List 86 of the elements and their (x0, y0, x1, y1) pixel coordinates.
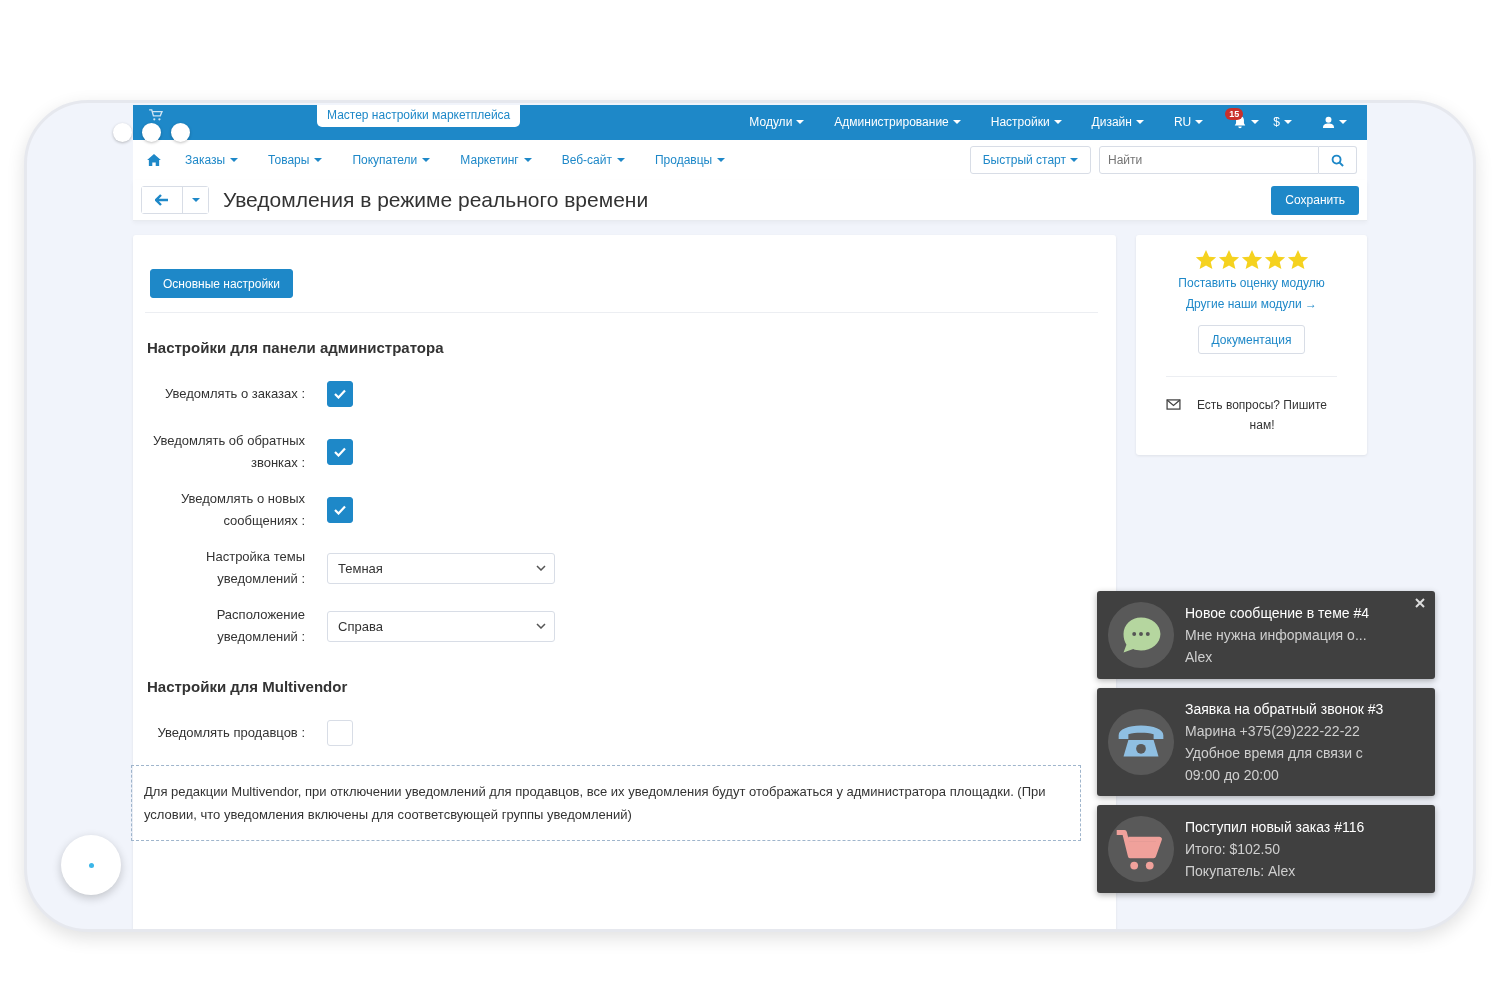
caret-icon (1070, 158, 1078, 163)
caret-icon (952, 120, 961, 125)
search-icon (1331, 153, 1344, 167)
checkbox[interactable] (327, 439, 353, 465)
nav-item[interactable]: Заказы (185, 153, 239, 168)
menu-item[interactable]: RU (1173, 115, 1204, 130)
toast-text: Покупатель: Alex (1185, 862, 1297, 881)
page-title: Уведомления в режиме реального времени (223, 188, 649, 213)
caret-icon (422, 158, 431, 163)
toast-text: Alex (1185, 648, 1214, 667)
nav-item[interactable]: Товары (268, 153, 323, 168)
arrow-left-icon (155, 194, 169, 207)
cart-icon (1107, 815, 1175, 883)
notification-count: 15 (1225, 108, 1244, 121)
toast-text: Удобное время для связи с 09:00 до 20:00 (1185, 744, 1364, 785)
caret-icon (796, 120, 805, 125)
nav-item[interactable]: Продавцы (654, 153, 726, 168)
star-icon (1217, 249, 1240, 271)
documentation-button[interactable]: Документация (1197, 325, 1306, 354)
toast-title: Новое сообщение в теме #4 (1185, 604, 1370, 623)
close-icon (1415, 598, 1425, 608)
caret-icon (616, 158, 625, 163)
star-icon (1240, 249, 1263, 271)
caret-icon (1195, 120, 1204, 125)
star-icon (1286, 249, 1309, 271)
caret-icon (191, 198, 200, 203)
menu-item[interactable]: Настройки (990, 115, 1062, 130)
caret-icon (314, 158, 323, 163)
modules-link[interactable]: Другие наши модули → (1185, 294, 1318, 315)
caret-icon (717, 158, 726, 163)
search-button[interactable] (1319, 146, 1357, 175)
check-icon (334, 447, 346, 457)
caret-icon (1053, 120, 1062, 125)
select-field[interactable]: Справа (327, 610, 555, 642)
toast-title: Поступил новый заказ #116 (1185, 818, 1366, 837)
contact-text: Есть вопросы? Пишите нам! (1196, 397, 1329, 434)
cart-icon[interactable] (149, 109, 163, 122)
toast-title: Заявка на обратный звонок #3 (1185, 700, 1385, 719)
home-icon[interactable] (147, 154, 161, 167)
user-icon (1322, 115, 1335, 129)
tab[interactable]: Основные настройки (150, 269, 294, 298)
caret-icon (1284, 120, 1292, 125)
star-icon (1194, 249, 1217, 271)
toast-text: Мне нужна информация о... (1185, 626, 1368, 645)
field-label: Уведомлять об обратных звонках : (151, 432, 305, 472)
section-title: Настройки для панели администратора (147, 339, 445, 356)
checkbox[interactable] (327, 381, 353, 407)
search-field[interactable]: Найти (1099, 146, 1319, 175)
field-label: Настройка темы уведомлений : (205, 548, 305, 588)
caret-icon (1251, 120, 1260, 125)
select-field[interactable]: Темная (327, 552, 555, 584)
save-button[interactable]: Сохранить (1271, 185, 1359, 215)
menu-item[interactable]: Администрирование (834, 115, 961, 130)
check-icon (334, 505, 346, 515)
toast-text: Марина +375(29)222-22-22 (1185, 722, 1361, 741)
note-text: Для редакции Multivendor, при отключении уведомлений для продавцов, все их уведомления будут отображаться у администратора площадки. (При условии, что уведомления включены для соответсвующей группы уведомлений) (144, 783, 1047, 824)
caret-icon (523, 158, 532, 163)
toast-text: Итого: $102.50 (1185, 840, 1282, 859)
check-icon (334, 389, 346, 399)
rating-stars[interactable] (1194, 249, 1309, 271)
telephone-icon (1107, 708, 1175, 776)
menu-item[interactable]: Модули (749, 115, 805, 130)
chevron-down-icon (536, 623, 546, 629)
currency-menu[interactable]: $ (1273, 115, 1292, 130)
device-dot (113, 123, 132, 142)
checkbox[interactable] (327, 497, 353, 523)
nav-item[interactable]: Маркетинг (460, 153, 532, 168)
chat-bubble-icon (1107, 601, 1175, 669)
quick-start-button[interactable]: Быстрый старт (969, 146, 1091, 175)
caret-icon (1135, 120, 1144, 125)
caret-icon (1339, 120, 1347, 125)
chevron-down-icon (536, 565, 546, 571)
field-label: Уведомлять о новых сообщениях : (180, 490, 305, 530)
rate-link[interactable]: Поставить оценку модулю (1178, 273, 1325, 294)
caret-icon (230, 158, 239, 163)
user-menu[interactable] (1322, 115, 1347, 129)
field-label: Расположение уведомлений : (215, 606, 305, 646)
menu-item[interactable]: Дизайн (1091, 115, 1144, 130)
section-title: Настройки для Multivendor (147, 678, 349, 695)
field-label: Уведомлять о заказах : (164, 385, 305, 403)
nav-item[interactable]: Покупатели (352, 153, 431, 168)
star-icon (1263, 249, 1286, 271)
nav-item[interactable]: Веб-сайт (561, 153, 625, 168)
field-label: Уведомлять продавцов : (156, 724, 305, 742)
envelope-icon (1166, 399, 1182, 410)
wizard-tab[interactable]: Мастер настройки маркетплейса (317, 105, 521, 127)
